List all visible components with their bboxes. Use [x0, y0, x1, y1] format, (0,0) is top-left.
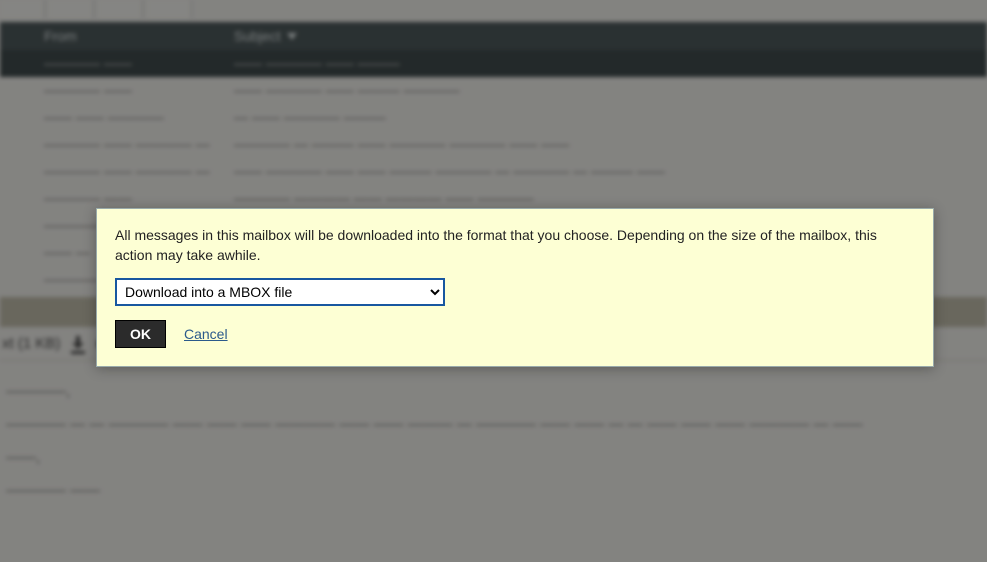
cancel-link[interactable]: Cancel: [184, 326, 228, 342]
dialog-actions: OK Cancel: [115, 320, 915, 348]
download-mailbox-dialog: All messages in this mailbox will be dow…: [96, 208, 934, 367]
ok-button[interactable]: OK: [115, 320, 166, 348]
download-format-select[interactable]: Download into a MBOX file: [115, 278, 445, 306]
dialog-message: All messages in this mailbox will be dow…: [115, 225, 915, 266]
